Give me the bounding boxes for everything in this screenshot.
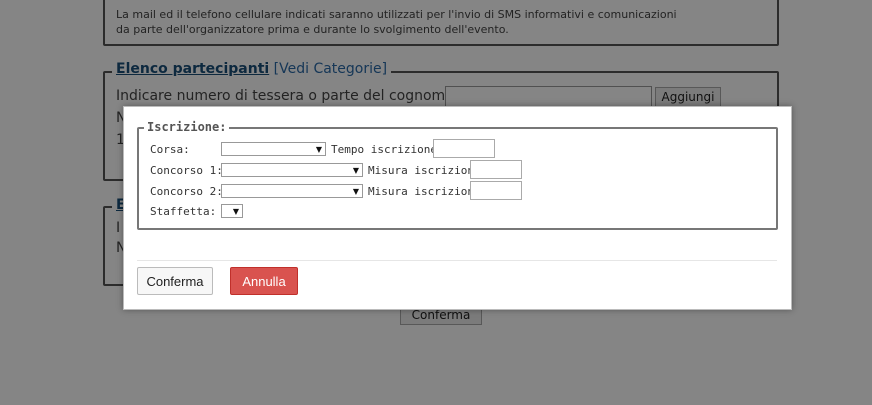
staffetta-select[interactable]: ▼ [221,204,243,218]
chevron-down-icon: ▼ [352,166,359,175]
concorso2-label: Concorso 2: [150,185,223,198]
tempo-input[interactable] [433,139,495,158]
chevron-down-icon: ▼ [232,207,239,216]
staffetta-label: Staffetta: [150,205,217,218]
corsa-label: Corsa: [150,143,190,156]
chevron-down-icon: ▼ [315,145,322,154]
confirm-button[interactable]: Conferma [137,267,213,295]
registration-modal: Iscrizione: Corsa: ▼ Tempo iscrizione: C… [123,106,792,310]
tempo-label: Tempo iscrizione: [331,143,444,156]
misura1-input[interactable] [470,160,522,179]
modal-divider [137,260,777,261]
concorso1-select[interactable]: ▼ [221,163,363,177]
chevron-down-icon: ▼ [352,187,359,196]
iscrizione-legend: Iscrizione: [144,120,230,134]
misura2-input[interactable] [470,181,522,200]
concorso1-label: Concorso 1: [150,164,223,177]
concorso2-select[interactable]: ▼ [221,184,363,198]
cancel-button[interactable]: Annulla [230,267,298,295]
corsa-select[interactable]: ▼ [221,142,326,156]
